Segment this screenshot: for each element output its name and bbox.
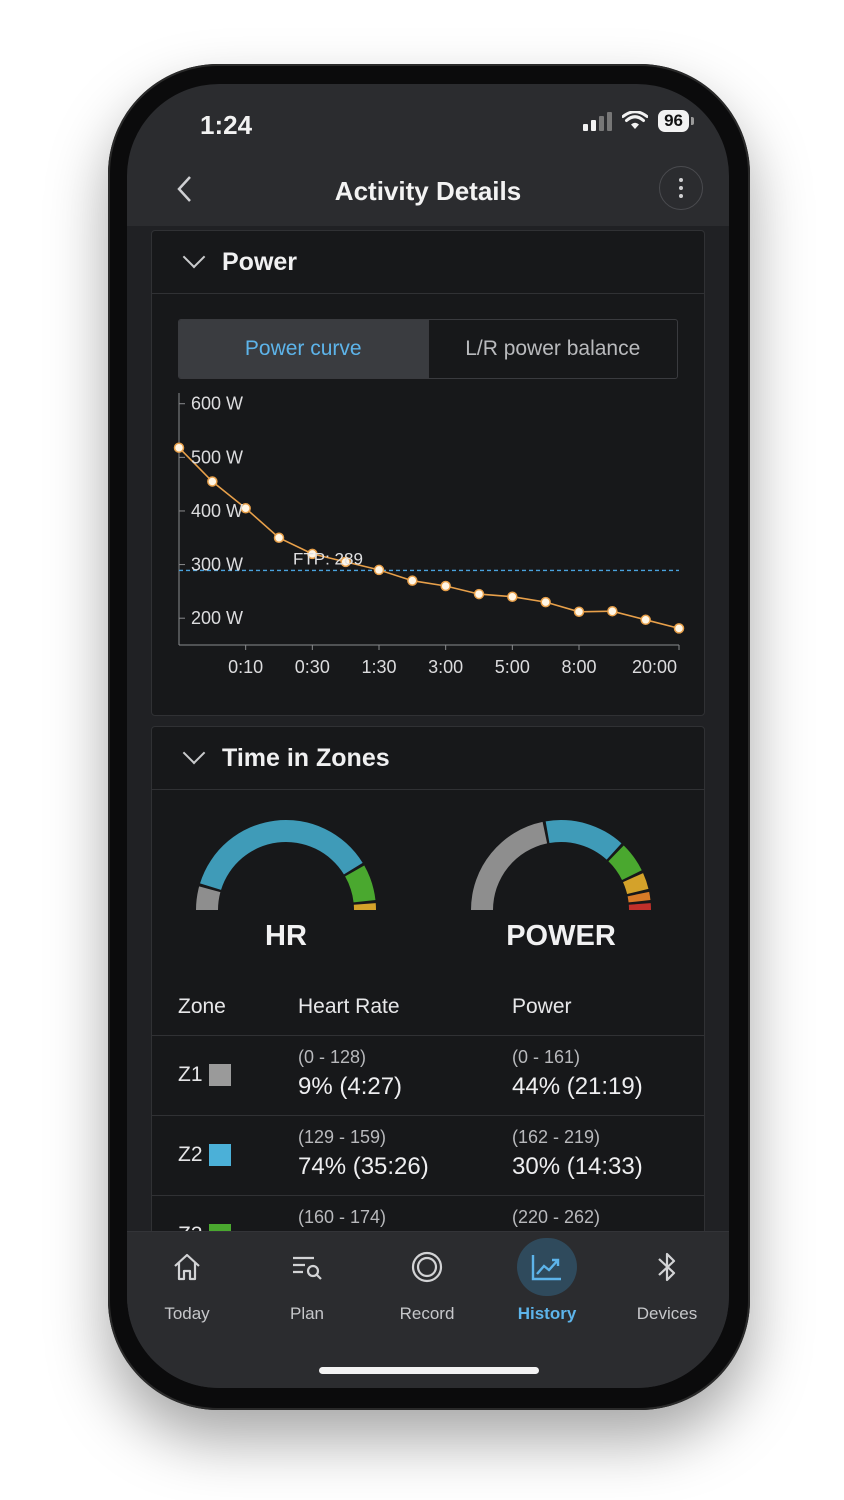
hr-gauge-segment-z2 bbox=[200, 820, 363, 890]
data-point bbox=[640, 614, 651, 626]
data-point bbox=[673, 623, 685, 634]
zone-label: Z1 bbox=[178, 1063, 231, 1087]
chevron-down-icon bbox=[182, 741, 206, 765]
chevron-down-icon bbox=[182, 245, 206, 269]
power-range: (162 - 219) bbox=[512, 1127, 601, 1147]
app-screen: 1:24 96 Activity Details Power Power cur… bbox=[127, 84, 729, 1388]
data-point bbox=[540, 596, 551, 608]
hr-range: (0 - 128) bbox=[298, 1047, 367, 1067]
power-value: 44% (21:19) bbox=[512, 1073, 643, 1100]
heart-rate-column-header: Heart Rate bbox=[298, 995, 400, 1018]
home-indicator bbox=[319, 1367, 539, 1374]
history-chart-icon bbox=[531, 1255, 561, 1281]
status-icons: 96 bbox=[583, 110, 694, 132]
zones-card-title: Time in Zones bbox=[222, 743, 390, 772]
bottom-tab-bar: Today Plan Record History Devices bbox=[127, 1231, 729, 1388]
data-point bbox=[573, 606, 585, 618]
y-tick-label: 500 W bbox=[191, 447, 243, 467]
tab-label: Today bbox=[164, 1304, 210, 1323]
status-time: 1:24 bbox=[200, 110, 253, 140]
power-gauge-segment-z1 bbox=[471, 821, 548, 910]
data-point bbox=[440, 580, 451, 592]
wifi-icon bbox=[622, 111, 649, 129]
data-point bbox=[273, 532, 285, 544]
zone-swatch bbox=[208, 1064, 231, 1086]
power-gauge-segment-z2 bbox=[545, 820, 622, 860]
power-curve-chart: 600 W 500 W 400 W 300 W 200 W 0:10 0:30 1:30 3:… bbox=[173, 393, 685, 677]
power-range: (0 - 161) bbox=[512, 1047, 581, 1067]
power-gauge-label: POWER bbox=[506, 920, 616, 952]
record-icon bbox=[411, 1251, 443, 1283]
tab-power-curve[interactable]: Power curve bbox=[179, 320, 428, 378]
data-point bbox=[207, 476, 218, 487]
content-area[interactable]: Power Power curve L/R power balance 600 … bbox=[127, 226, 729, 1231]
x-tick-label: 20:00 bbox=[632, 657, 677, 677]
zone-swatch bbox=[208, 1144, 231, 1166]
data-point bbox=[507, 591, 518, 602]
hr-value: 9% (4:27) bbox=[298, 1073, 403, 1100]
tab-label: Devices bbox=[636, 1304, 698, 1323]
hr-gauge-segment-z3 bbox=[345, 865, 376, 903]
x-tick-label: 0:10 bbox=[228, 657, 263, 677]
x-tick-label: 5:00 bbox=[495, 657, 530, 677]
y-tick-label: 200 W bbox=[191, 608, 243, 628]
zones-card-header[interactable]: Time in Zones bbox=[152, 727, 704, 790]
power-gauge-segment-z5 bbox=[627, 891, 651, 903]
power-card-title: Power bbox=[222, 247, 298, 276]
data-point bbox=[407, 575, 418, 586]
ftp-label: FTP: 289 bbox=[293, 549, 363, 568]
time-in-zones-card: Time in Zones HR POWER Zone Heart Rate P… bbox=[151, 726, 705, 1231]
tab-label: Plan bbox=[289, 1304, 325, 1323]
zone-row-z2: Z2 (129 - 159) 74% (35:26) (162 - 219) 3… bbox=[152, 1115, 704, 1195]
hr-zone-gauge bbox=[196, 820, 376, 910]
hr-range: (129 - 159) bbox=[298, 1127, 387, 1147]
hr-value: 74% (35:26) bbox=[298, 1153, 429, 1180]
zone-row-z1: Z1 (0 - 128) 9% (4:27) (0 - 161) 44% (21… bbox=[152, 1035, 704, 1115]
data-point bbox=[373, 564, 385, 576]
y-tick-label: 300 W bbox=[191, 555, 243, 575]
power-view-toggle: Power curve L/R power balance bbox=[178, 319, 678, 379]
hr-gauge-label: HR bbox=[265, 920, 307, 952]
bluetooth-icon bbox=[658, 1252, 676, 1282]
data-point bbox=[473, 588, 485, 600]
data-point bbox=[607, 605, 618, 617]
tab-label: Record bbox=[399, 1304, 455, 1323]
y-tick-label: 600 W bbox=[191, 394, 243, 414]
data-point bbox=[173, 442, 185, 453]
zone-swatch bbox=[208, 1224, 231, 1231]
signal-icon bbox=[583, 111, 613, 131]
power-gauge-segment-z6 bbox=[628, 903, 651, 910]
x-tick-label: 8:00 bbox=[561, 657, 596, 677]
x-tick-label: 0:30 bbox=[295, 657, 330, 677]
power-card: Power Power curve L/R power balance 600 … bbox=[151, 230, 705, 716]
zone-label: Z3 bbox=[178, 1223, 231, 1231]
tab-label: History bbox=[517, 1304, 577, 1323]
zone-label: Z2 bbox=[178, 1143, 231, 1167]
page-title: Activity Details bbox=[334, 176, 522, 206]
hr-gauge-segment-z4 bbox=[353, 903, 376, 910]
power-value: 30% (14:33) bbox=[512, 1153, 643, 1180]
power-range: (220 - 262) bbox=[512, 1207, 601, 1227]
power-column-header: Power bbox=[512, 995, 572, 1018]
hr-range: (160 - 174) bbox=[298, 1207, 387, 1227]
power-zone-gauge bbox=[471, 820, 651, 910]
tab-lr-power-balance[interactable]: L/R power balance bbox=[427, 320, 678, 378]
power-curve-line bbox=[178, 447, 680, 630]
home-icon bbox=[174, 1253, 200, 1281]
battery-icon: 96 bbox=[658, 110, 694, 132]
x-tick-label: 1:30 bbox=[361, 657, 396, 677]
y-tick-label: 400 W bbox=[191, 501, 243, 521]
more-dots-icon bbox=[679, 178, 683, 182]
more-options-button[interactable] bbox=[659, 166, 703, 210]
zone-row-z3: Z3 (160 - 174) (220 - 262) bbox=[152, 1195, 704, 1231]
x-tick-label: 3:00 bbox=[428, 657, 463, 677]
plan-list-icon bbox=[293, 1256, 322, 1280]
hr-gauge-segment-z1 bbox=[196, 886, 221, 910]
power-card-header[interactable]: Power bbox=[152, 231, 704, 294]
zone-column-header: Zone bbox=[178, 995, 226, 1018]
